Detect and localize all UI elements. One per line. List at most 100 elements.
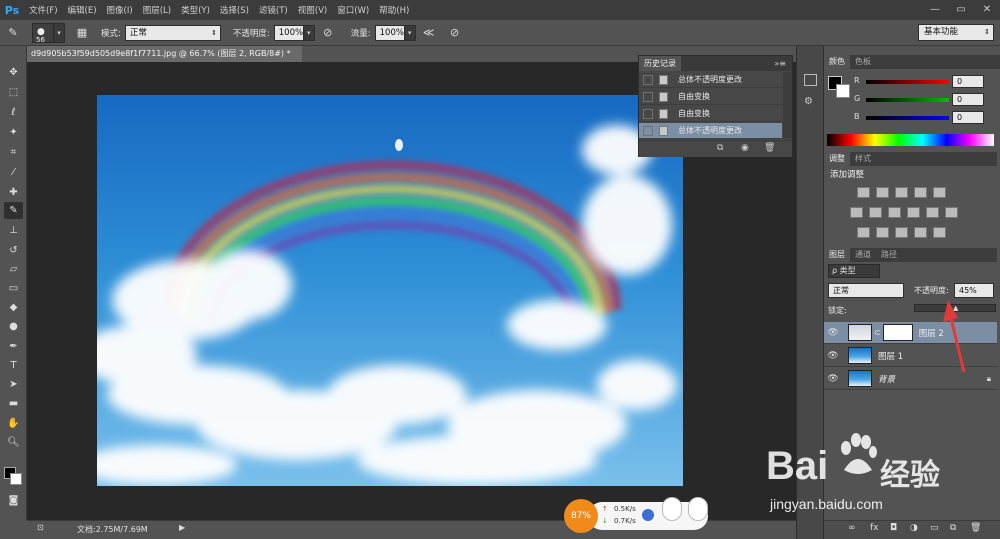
workspace-select[interactable]: 基本功能 ⇕ (918, 24, 994, 41)
vibrance-icon[interactable] (933, 187, 946, 198)
threshold-icon[interactable] (895, 227, 908, 238)
layer-filter-select[interactable]: ρ 类型 (828, 264, 880, 278)
pen-tool-icon[interactable]: ✒ (4, 338, 23, 355)
quick-mask-icon[interactable]: ◙ (4, 492, 23, 509)
visibility-eye-icon[interactable]: 👁︎ (824, 351, 842, 361)
blue-value[interactable]: 0 (952, 111, 984, 124)
brush-preset-picker[interactable]: ● 56 (32, 22, 54, 44)
red-slider[interactable] (866, 80, 949, 84)
exposure-icon[interactable] (914, 187, 927, 198)
zoom-tool-icon[interactable]: 🔍︎ (4, 434, 23, 451)
accelerate-icon[interactable] (642, 509, 654, 521)
gradient-tool-icon[interactable]: ▭ (4, 280, 23, 297)
brightness-icon[interactable] (857, 187, 870, 198)
trash-icon[interactable]: 🗑︎ (764, 143, 775, 153)
history-checkbox[interactable] (643, 91, 653, 102)
background-color-chip[interactable] (836, 84, 850, 98)
history-item-selected[interactable]: 总体不透明度更改 (639, 123, 782, 139)
adjustment-layer-icon[interactable]: ◑ (910, 523, 918, 533)
menu-layer[interactable]: 图层(L) (138, 4, 176, 16)
tab-paths[interactable]: 路径 (876, 248, 902, 262)
visibility-eye-icon[interactable]: 👁︎ (824, 328, 842, 338)
layer-row[interactable]: 👁︎ 图层 1 (824, 345, 997, 367)
hue-saturation-icon[interactable] (850, 207, 863, 218)
quick-select-tool-icon[interactable]: ✦ (4, 124, 23, 141)
history-item[interactable]: 总体不透明度更改 (639, 72, 782, 88)
menu-image[interactable]: 图像(I) (102, 4, 138, 16)
opacity-input[interactable]: 100% (273, 24, 304, 41)
menu-file[interactable]: 文件(F) (24, 4, 63, 16)
close-button[interactable]: ✕ (974, 0, 1000, 20)
document-image[interactable] (97, 95, 683, 486)
tab-history[interactable]: 历史记录 (639, 56, 681, 71)
menu-help[interactable]: 帮助(H) (374, 4, 414, 16)
history-brush-tool-icon[interactable]: ↺ (4, 242, 23, 259)
tab-swatches[interactable]: 色板 (850, 55, 876, 69)
color-lookup-icon[interactable] (945, 207, 958, 218)
maximize-button[interactable]: ▭ (948, 0, 974, 20)
panel-menu-icon[interactable]: »≡ (774, 59, 786, 68)
airbrush-icon[interactable]: ≪ (420, 24, 438, 42)
type-tool-icon[interactable]: T (4, 357, 23, 374)
tab-channels[interactable]: 通道 (850, 248, 876, 262)
dodge-tool-icon[interactable]: ● (4, 318, 23, 335)
brush-tool-icon[interactable]: ✎ (4, 24, 22, 42)
chevron-right-icon[interactable]: ▶ (179, 523, 185, 532)
delete-layer-icon[interactable]: 🗑︎ (970, 523, 981, 533)
shape-tool-icon[interactable]: ▬ (4, 395, 23, 412)
layer-row-selected[interactable]: 👁︎ ⊂ 图层 2 (824, 322, 997, 344)
history-panel-icon[interactable] (804, 74, 817, 86)
eraser-tool-icon[interactable]: ▱ (4, 261, 23, 278)
cpu-percent[interactable]: 87% (564, 499, 598, 533)
move-tool-icon[interactable]: ✥ (4, 64, 23, 81)
menu-type[interactable]: 类型(Y) (176, 4, 215, 16)
new-document-from-state-icon[interactable]: ⧉ (717, 143, 723, 153)
minimize-button[interactable]: — (922, 0, 948, 20)
blend-mode-select[interactable]: 正常 (828, 283, 904, 298)
color-balance-icon[interactable] (869, 207, 882, 218)
tab-styles[interactable]: 样式 (850, 152, 876, 166)
hand-tool-icon[interactable]: ✋ (4, 415, 23, 432)
status-icon[interactable]: ⊡ (37, 523, 44, 532)
invert-icon[interactable] (857, 227, 870, 238)
gradient-map-icon[interactable] (933, 227, 946, 238)
tab-color[interactable]: 颜色 (824, 55, 850, 69)
eyedropper-tool-icon[interactable]: ⁄ (4, 164, 23, 181)
selective-color-icon[interactable] (914, 227, 927, 238)
menu-edit[interactable]: 编辑(E) (63, 4, 102, 16)
menu-window[interactable]: 窗口(W) (332, 4, 374, 16)
chevron-down-icon[interactable]: ▾ (404, 24, 416, 41)
lasso-tool-icon[interactable]: ℓ (4, 104, 23, 121)
layer-mask-thumbnail[interactable] (882, 324, 913, 341)
tab-adjustments[interactable]: 调整 (824, 152, 850, 166)
path-select-tool-icon[interactable]: ➤ (4, 376, 23, 393)
history-scrollbar[interactable] (783, 72, 792, 138)
brush-tool-icon[interactable]: ✎ (4, 202, 23, 219)
menu-view[interactable]: 视图(V) (293, 4, 332, 16)
new-group-icon[interactable]: ▭ (930, 523, 939, 533)
menu-filter[interactable]: 滤镜(T) (254, 4, 293, 16)
green-slider[interactable] (866, 98, 949, 102)
properties-panel-icon[interactable]: ⚙ (804, 96, 817, 108)
marquee-tool-icon[interactable]: ⬚ (4, 84, 23, 101)
clone-stamp-tool-icon[interactable]: ⊥ (4, 222, 23, 239)
history-item[interactable]: 自由变换 (639, 106, 782, 122)
pressure-size-icon[interactable]: ⊘ (446, 24, 464, 42)
history-checkbox[interactable] (643, 125, 653, 136)
color-spectrum[interactable] (827, 134, 994, 146)
posterize-icon[interactable] (876, 227, 889, 238)
black-white-icon[interactable] (888, 207, 901, 218)
photo-filter-icon[interactable] (907, 207, 920, 218)
background-color-swatch[interactable] (10, 473, 22, 485)
healing-brush-tool-icon[interactable]: ✚ (4, 184, 23, 201)
document-tab[interactable]: d9d905b53f59d505d9e8f1f7711.jpg @ 66.7% … (27, 46, 302, 62)
crop-tool-icon[interactable]: ⌗ (4, 144, 23, 161)
history-checkbox[interactable] (643, 108, 653, 119)
red-value[interactable]: 0 (952, 75, 984, 88)
curves-icon[interactable] (895, 187, 908, 198)
chevron-down-icon[interactable]: ▾ (54, 22, 65, 43)
blur-tool-icon[interactable]: ◆ (4, 299, 23, 316)
flow-input[interactable]: 100% (374, 24, 405, 41)
layer-row[interactable]: 👁︎ 背景 🔒︎ (824, 368, 997, 390)
new-layer-icon[interactable]: ⧉ (950, 523, 956, 533)
